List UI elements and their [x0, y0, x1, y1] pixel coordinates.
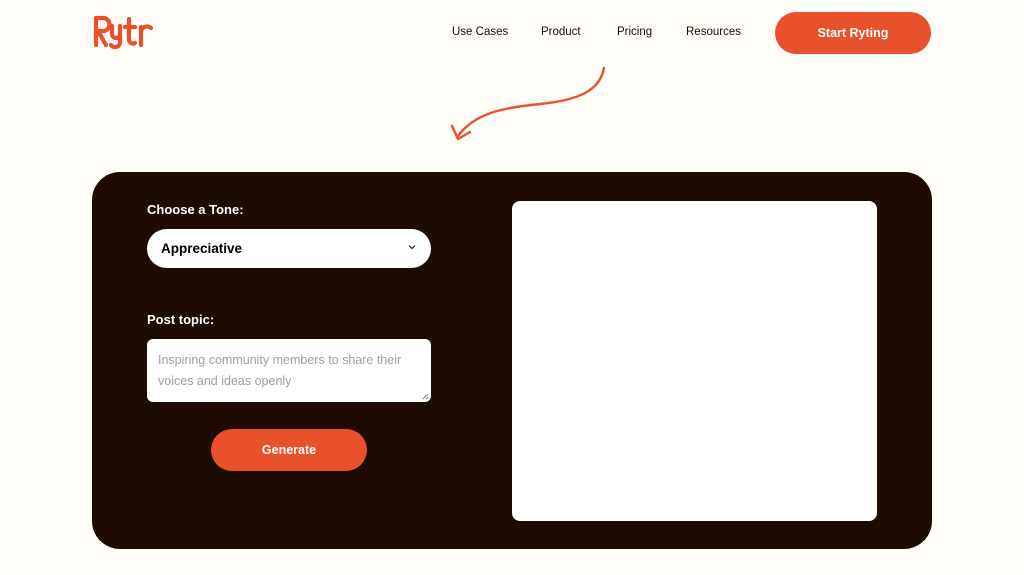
generate-button[interactable]: Generate: [211, 429, 367, 471]
logo[interactable]: [92, 12, 158, 52]
nav-link-pricing[interactable]: Pricing: [617, 26, 652, 38]
tool-panel: Choose a Tone: Appreciative Post topic: …: [92, 172, 932, 549]
tone-select-value: Appreciative: [161, 241, 243, 256]
chevron-down-icon: [408, 245, 416, 250]
topic-label: Post topic:: [147, 312, 215, 327]
tone-label: Choose a Tone:: [147, 202, 244, 217]
post-topic-placeholder: Inspiring community members to share the…: [158, 353, 402, 388]
generate-label: Generate: [261, 443, 317, 457]
post-topic-input[interactable]: Inspiring community members to share the…: [147, 339, 431, 402]
tone-select[interactable]: Appreciative: [147, 229, 431, 268]
rytr-logo-icon: [93, 15, 154, 50]
curved-arrow-icon: [450, 66, 606, 141]
start-ryting-label: Start Ryting: [817, 26, 889, 40]
resize-grip-icon[interactable]: [421, 392, 429, 400]
output-area[interactable]: [512, 201, 877, 521]
nav-link-product[interactable]: Product: [541, 26, 581, 38]
nav-link-resources[interactable]: Resources: [686, 26, 741, 38]
nav-link-use-cases[interactable]: Use Cases: [452, 26, 508, 38]
start-ryting-button[interactable]: Start Ryting: [775, 12, 931, 54]
